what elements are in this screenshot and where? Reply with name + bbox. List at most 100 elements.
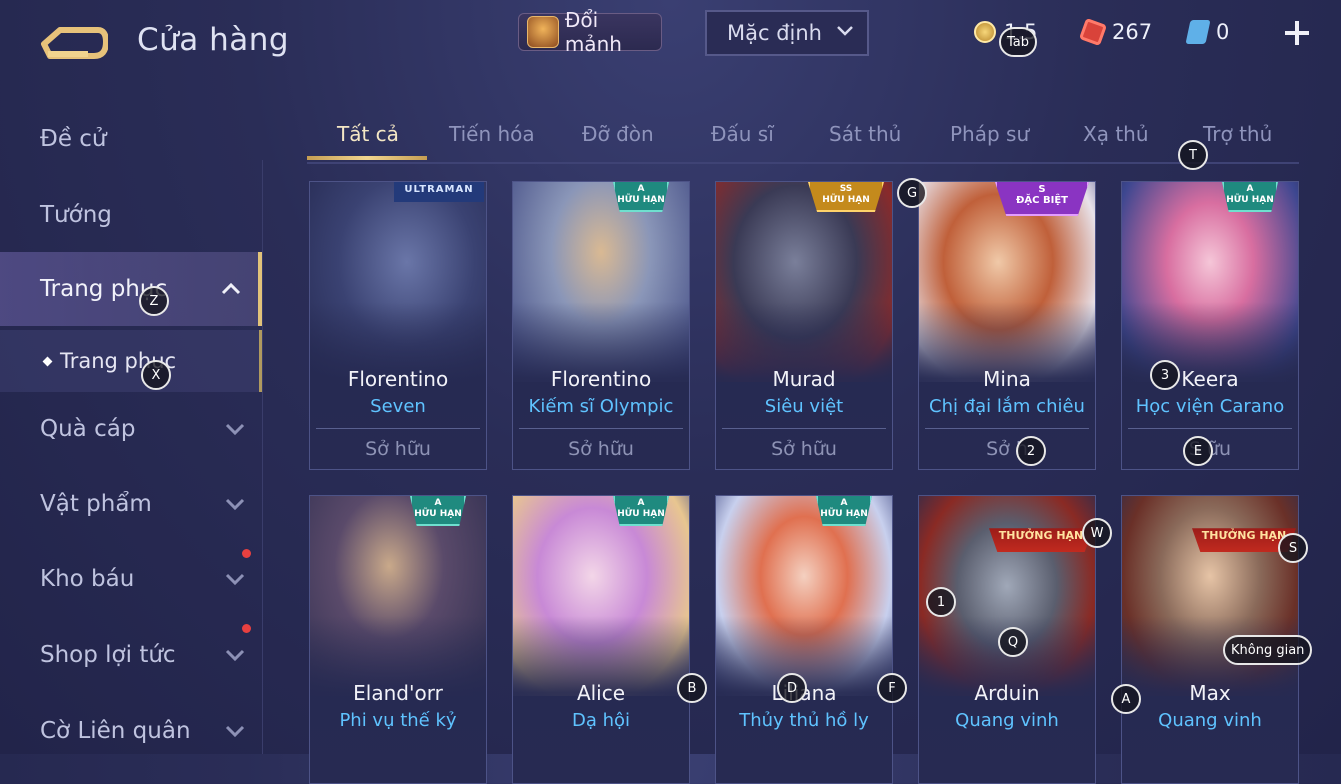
sidebar-item-items[interactable]: Vật phẩm [0, 467, 262, 541]
sidebar-item-label: Quà cáp [40, 416, 136, 442]
key-hint-z: Z [139, 286, 169, 316]
sidebar-subitem-skins[interactable]: Trang phục [0, 330, 262, 392]
page-title: Cửa hàng [137, 22, 290, 58]
notification-dot [242, 549, 251, 558]
owned-status: Sở h [986, 438, 1028, 460]
chevron-down-icon [225, 725, 245, 738]
owned-status: Sở hữu [365, 438, 431, 460]
sidebar-item-heroes[interactable]: Tướng [0, 178, 262, 252]
tab-all[interactable]: Tất cả [337, 122, 399, 146]
notification-dot [242, 624, 251, 633]
skin-card[interactable]: A HỮU HẠN Alice Dạ hội [512, 495, 690, 784]
hero-name: Mina [983, 367, 1031, 391]
hero-name: Florentino [347, 367, 449, 391]
ruby-currency: 267 [1078, 17, 1153, 47]
sidebar: Đề cử Tướng Trang phục Trang phục Quà cá… [0, 100, 262, 754]
skin-name: Thủy thủ hồ ly [739, 710, 869, 731]
shard-exchange-button[interactable]: Đổi mảnh [518, 8, 662, 56]
skin-name: Siêu việt [764, 396, 844, 417]
hero-name: Arduin [974, 681, 1040, 705]
sidebar-item-skins[interactable]: Trang phục [0, 252, 262, 326]
sidebar-item-featured[interactable]: Đề cử [0, 102, 262, 176]
key-hint-1: 1 [926, 587, 956, 617]
skin-card[interactable]: A HỮU HẠN Eland'orr Phi vụ thế kỷ [309, 495, 487, 784]
key-hint-b: B [677, 673, 707, 703]
key-hint-x: X [141, 360, 171, 390]
rarity-badge: A HỮU HẠN [1222, 182, 1278, 212]
key-hint-d: D [777, 673, 807, 703]
tab-fighter[interactable]: Đấu sĩ [711, 122, 774, 146]
skin-card[interactable]: S ĐẶC BIỆT Mina Chị đại lắm chiêu Sở h [918, 181, 1096, 470]
sort-dropdown[interactable]: Mặc định [705, 10, 869, 56]
hero-name: Keera [1181, 367, 1239, 391]
sidebar-item-label: Vật phẩm [40, 491, 152, 517]
skin-name: Chị đại lắm chiêu [929, 396, 1085, 417]
sidebar-item-profit-shop[interactable]: Shop lợi tức [0, 618, 262, 692]
rarity-badge: A HỮU HẠN [410, 496, 466, 526]
ruby-icon [1078, 17, 1108, 47]
key-hint-g: G [897, 178, 927, 208]
tab-evolution[interactable]: Tiến hóa [449, 122, 535, 146]
skin-card[interactable]: SS HỮU HẠN Murad Siêu việt Sở hữu [715, 181, 893, 470]
key-hint-s: S [1278, 533, 1308, 563]
tab-support[interactable]: Trợ thủ [1203, 122, 1272, 146]
hero-name: Max [1189, 681, 1231, 705]
ultraman-badge: ULTRAMAN [394, 182, 484, 202]
sidebar-item-label: Kho báu [40, 566, 135, 592]
rarity-badge: A HỮU HẠN [816, 496, 872, 526]
rarity-badge: SS HỮU HẠN [808, 182, 884, 212]
tab-assassin[interactable]: Sát thủ [829, 122, 901, 146]
key-hint-t: T [1178, 140, 1208, 170]
top-bar: Cửa hàng Đổi mảnh Mặc định 1.5 267 0 [0, 0, 1341, 80]
skin-name: Quang vinh [955, 710, 1059, 731]
chevron-down-icon [225, 573, 245, 586]
tab-mage[interactable]: Pháp sư [950, 122, 1029, 146]
hero-name: Alice [576, 681, 626, 705]
bullet-icon [42, 356, 53, 366]
rarity-badge: A HỮU HẠN [613, 496, 669, 526]
tab-tank[interactable]: Đỡ đòn [582, 122, 654, 146]
chevron-up-icon [221, 282, 241, 295]
hero-name: Eland'orr [353, 681, 443, 705]
key-hint-space: Không gian [1223, 635, 1313, 665]
key-hint-3: 3 [1150, 360, 1180, 390]
sidebar-item-label: Shop lợi tức [40, 642, 176, 668]
voucher-value: 0 [1216, 20, 1230, 44]
sidebar-item-label: Tướng [40, 202, 112, 228]
chevron-down-icon [225, 649, 245, 662]
chevron-down-icon [225, 423, 245, 436]
voucher-icon [1185, 20, 1211, 44]
ruby-value: 267 [1112, 20, 1153, 44]
key-hint-2: 2 [1016, 436, 1046, 466]
key-hint-a: A [1111, 684, 1141, 714]
sidebar-item-chess[interactable]: Cờ Liên quân [0, 694, 262, 768]
key-hint-tab: Tab [999, 27, 1038, 57]
active-tab-indicator [307, 156, 427, 160]
skin-card[interactable]: AHỮU HẠN Liliana Thủy thủ hồ ly [715, 495, 893, 784]
add-currency-icon[interactable] [1284, 20, 1310, 46]
sidebar-divider [262, 160, 263, 754]
hero-name: Florentino [550, 367, 652, 391]
sidebar-item-label: Cờ Liên quân [40, 718, 191, 744]
back-arrow-icon[interactable] [40, 22, 108, 62]
shard-exchange-label: Đổi mảnh [564, 8, 622, 56]
sidebar-item-gifts[interactable]: Quà cáp [0, 392, 262, 466]
tab-marksman[interactable]: Xạ thủ [1083, 122, 1149, 146]
skin-name: Quang vinh [1158, 710, 1262, 731]
key-hint-e: E [1183, 436, 1213, 466]
rarity-badge: S ĐẶC BIỆT [995, 182, 1089, 216]
chevron-down-icon [837, 26, 853, 36]
skin-card[interactable]: AHỮU HẠN Keera Học viện Carano S ữu [1121, 181, 1299, 470]
sidebar-item-treasure[interactable]: Kho báu [0, 542, 262, 616]
skin-name: Phi vụ thế kỷ [339, 710, 457, 731]
skin-card[interactable]: ULTRAMAN Florentino Seven Sở hữu [309, 181, 487, 470]
sidebar-item-label: Đề cử [40, 126, 107, 152]
key-hint-w: W [1082, 518, 1112, 548]
skin-card[interactable]: A HỮU HẠN Florentino Kiếm sĩ Olympic Sở h… [512, 181, 690, 470]
key-hint-q: Q [998, 627, 1028, 657]
rarity-badge: A HỮU HẠN [613, 182, 669, 212]
owned-status: Sở hữu [771, 438, 837, 460]
sort-value: Mặc định [727, 21, 822, 45]
key-hint-f: F [877, 673, 907, 703]
owned-status: Sở hữu [568, 438, 634, 460]
